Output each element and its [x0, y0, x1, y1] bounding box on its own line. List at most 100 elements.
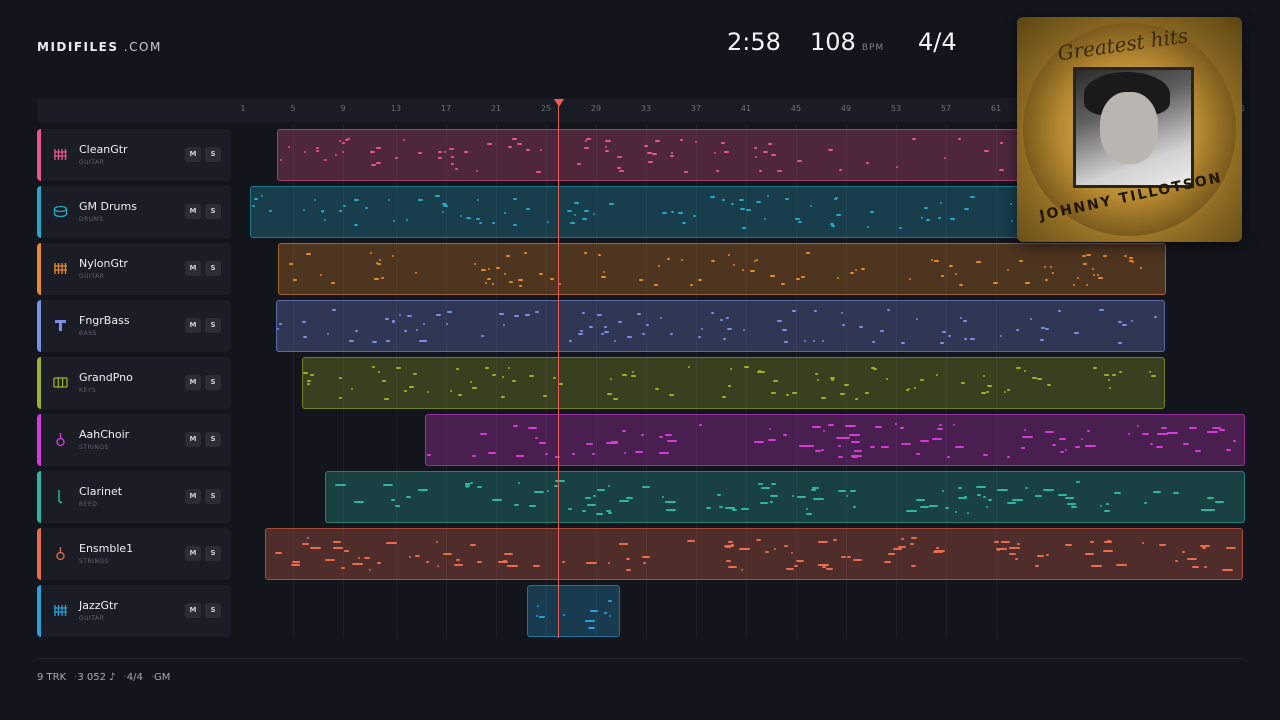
midi-note: [396, 367, 401, 369]
midi-note: [335, 154, 337, 156]
solo-button[interactable]: S: [205, 204, 221, 219]
midi-region[interactable]: [325, 471, 1245, 523]
solo-button[interactable]: S: [205, 375, 221, 390]
solo-button[interactable]: S: [205, 489, 221, 504]
track-header-grandpno[interactable]: GrandPno KEYS M S: [37, 357, 231, 409]
mute-button[interactable]: M: [185, 489, 201, 504]
midi-note: [1195, 450, 1200, 452]
midi-region[interactable]: [302, 357, 1165, 409]
midi-note: [536, 615, 538, 617]
midi-note: [555, 480, 565, 482]
track-header-ensmble1[interactable]: Ensmble1 STRINGS M S: [37, 528, 231, 580]
midi-note: [828, 149, 833, 151]
midi-note: [964, 208, 969, 210]
midi-note: [999, 169, 1004, 171]
midi-note: [728, 254, 730, 256]
midi-note: [964, 496, 967, 498]
midi-region[interactable]: [425, 414, 1245, 466]
mute-button[interactable]: M: [185, 147, 201, 162]
midi-note: [701, 328, 703, 330]
midi-note: [771, 154, 776, 156]
midi-note: [292, 561, 300, 563]
midi-region[interactable]: [527, 585, 620, 637]
track-header-cleangtr[interactable]: CleanGtr GUITAR M S: [37, 129, 231, 181]
mute-button[interactable]: M: [185, 432, 201, 447]
midi-note: [378, 371, 380, 373]
midi-region[interactable]: [276, 300, 1165, 352]
solo-button[interactable]: S: [205, 147, 221, 162]
midi-note: [996, 548, 1007, 550]
midi-note: [1092, 268, 1094, 270]
midi-note: [744, 366, 749, 368]
midi-note: [1024, 370, 1026, 372]
midi-note: [384, 398, 389, 400]
mute-button[interactable]: M: [185, 261, 201, 276]
midi-note: [1007, 269, 1009, 271]
midi-note: [782, 329, 787, 331]
midi-note: [826, 568, 833, 570]
midi-note: [806, 252, 810, 254]
midi-note: [310, 547, 321, 549]
midi-note: [513, 224, 517, 226]
midi-note: [426, 561, 429, 563]
midi-note: [513, 425, 518, 427]
midi-note: [416, 329, 418, 331]
midi-note: [912, 138, 916, 140]
midi-note: [812, 487, 819, 489]
midi-note: [1200, 545, 1210, 547]
midi-note: [339, 397, 342, 399]
mute-button[interactable]: M: [185, 546, 201, 561]
midi-note: [727, 328, 732, 330]
track-header-jazzgtr[interactable]: JazzGtr GUITAR M S: [37, 585, 231, 637]
playhead-handle[interactable]: [554, 99, 564, 107]
midi-note: [502, 376, 504, 378]
ruler-tick: 49: [840, 104, 852, 113]
midi-note: [755, 156, 757, 158]
midi-note: [418, 489, 428, 491]
midi-note: [618, 321, 622, 323]
midi-region[interactable]: [250, 186, 1032, 238]
tempo-display: 108 BPM: [810, 28, 884, 56]
midi-note: [665, 434, 672, 436]
track-header-gm-drums[interactable]: GM Drums DRUMS M S: [37, 186, 231, 238]
midi-note: [504, 212, 506, 214]
mute-button[interactable]: M: [185, 204, 201, 219]
midi-note: [610, 378, 612, 380]
midi-standard: GM: [154, 672, 171, 683]
mute-button[interactable]: M: [185, 318, 201, 333]
midi-note: [931, 259, 933, 261]
midi-note: [543, 395, 547, 397]
midi-region[interactable]: [278, 243, 1166, 295]
solo-button[interactable]: S: [205, 546, 221, 561]
time-signature: 4/4: [918, 28, 957, 56]
midi-note: [1104, 374, 1109, 376]
track-name: FngrBass: [79, 314, 130, 327]
midi-note: [1047, 384, 1051, 386]
solo-button[interactable]: S: [205, 261, 221, 276]
midi-note: [1109, 387, 1111, 389]
track-category: STRINGS: [79, 558, 109, 565]
mute-button[interactable]: M: [185, 375, 201, 390]
ruler-tick: 61: [990, 104, 1002, 113]
midi-note: [269, 210, 272, 212]
track-header-clarinet[interactable]: Clarinet REED M S: [37, 471, 231, 523]
solo-button[interactable]: S: [205, 318, 221, 333]
midi-note: [688, 366, 690, 368]
midi-region[interactable]: [277, 129, 1032, 181]
midi-note: [492, 283, 494, 285]
track-header-nylongtr[interactable]: NylonGtr GUITAR M S: [37, 243, 231, 295]
midi-note: [916, 499, 925, 501]
midi-note: [821, 397, 826, 399]
mute-button[interactable]: M: [185, 603, 201, 618]
midi-note: [842, 324, 845, 326]
solo-button[interactable]: S: [205, 603, 221, 618]
midi-note: [458, 394, 462, 396]
track-header-aahchoir[interactable]: AahChoir STRINGS M S: [37, 414, 231, 466]
midi-region[interactable]: [265, 528, 1243, 580]
midi-note: [746, 209, 751, 211]
playhead[interactable]: [558, 106, 559, 638]
solo-button[interactable]: S: [205, 432, 221, 447]
midi-note: [596, 513, 603, 515]
track-header-fngrbass[interactable]: FngrBass BASS M S: [37, 300, 231, 352]
midi-note: [1074, 332, 1079, 334]
